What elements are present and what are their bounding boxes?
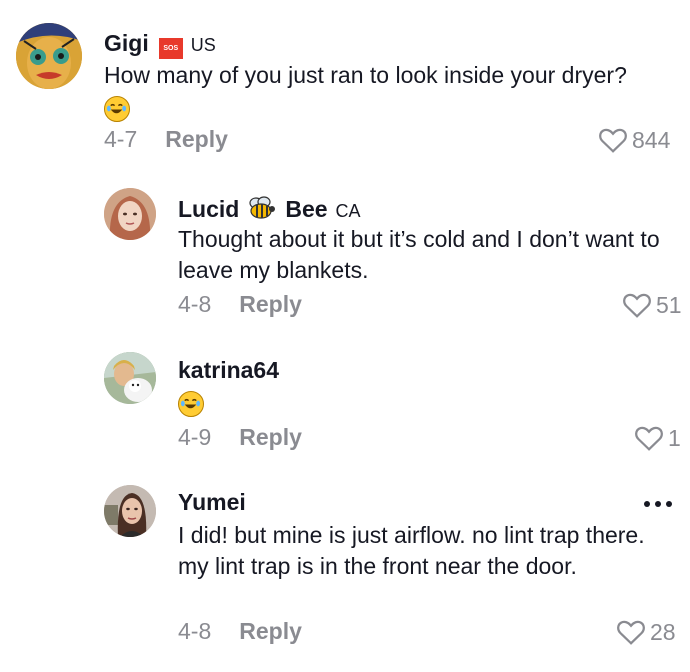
like-count: 844	[632, 126, 671, 153]
username[interactable]: Yumei	[178, 489, 246, 516]
comment-meta: 4-8 Reply	[178, 291, 302, 318]
laughing-tears-emoji-icon	[178, 391, 204, 417]
avatar-yumei[interactable]	[104, 485, 156, 537]
comment-date: 4-7	[104, 126, 138, 152]
laughing-tears-emoji-icon	[104, 96, 130, 122]
bee-icon	[249, 196, 276, 219]
avatar-gigi[interactable]	[16, 23, 82, 89]
avatar-gigi-art-icon	[16, 23, 82, 89]
reply-button[interactable]: Reply	[239, 291, 302, 318]
heart-icon	[617, 620, 645, 645]
region-label: CA	[335, 201, 361, 221]
heart-icon	[623, 293, 651, 318]
comment-date: 4-8	[178, 291, 212, 317]
username-suffix[interactable]: Bee	[285, 196, 327, 223]
like-button[interactable]: 51	[622, 291, 682, 319]
region-label: US	[190, 35, 216, 55]
reply-button[interactable]: Reply	[239, 424, 302, 451]
reply-button[interactable]: Reply	[239, 618, 302, 645]
comment-text	[178, 387, 378, 421]
comment-date: 4-9	[178, 424, 212, 450]
like-button[interactable]: 1	[634, 424, 681, 452]
avatar-yumei-photo-icon	[104, 485, 156, 537]
comment-date: 4-8	[178, 618, 212, 644]
sos-badge-icon: SOS	[158, 38, 183, 59]
like-button[interactable]: 844	[598, 126, 670, 154]
like-button[interactable]: 28	[616, 618, 676, 646]
avatar-katrina64[interactable]	[104, 352, 156, 404]
heart-icon	[599, 128, 627, 153]
comment-meta: 4-9 Reply	[178, 424, 302, 451]
reply-button[interactable]: Reply	[165, 126, 228, 153]
username[interactable]: Lucid	[178, 196, 239, 223]
avatar-katrina-photo-icon	[104, 352, 156, 404]
username[interactable]: Gigi	[104, 30, 149, 57]
comment-meta: 4-8 Reply	[178, 618, 302, 645]
avatar-lucid-photo-icon	[104, 188, 156, 240]
avatar-lucid-bee[interactable]	[104, 188, 156, 240]
heart-icon	[635, 426, 663, 451]
comment-text: Thought about it but it’s cold and I don…	[178, 226, 660, 283]
comment-meta: 4-7 Reply	[104, 126, 228, 153]
like-count: 51	[656, 291, 682, 318]
comment-text: I did! but mine is just airflow. no lint…	[178, 522, 645, 579]
username[interactable]: katrina64	[178, 357, 279, 384]
more-options-icon[interactable]	[644, 501, 672, 507]
like-count: 28	[650, 618, 676, 645]
like-count: 1	[668, 424, 681, 451]
comment-text: How many of you just ran to look inside …	[104, 60, 684, 125]
